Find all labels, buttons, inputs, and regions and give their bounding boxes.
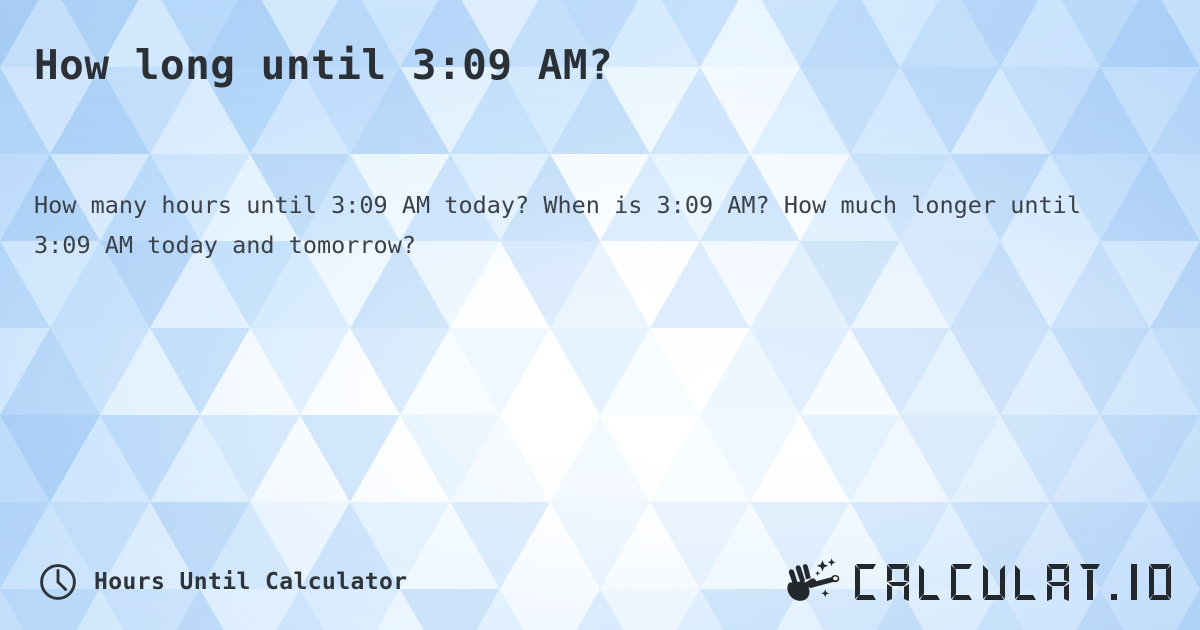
logo-letter-A (887, 564, 909, 601)
logo-letter-L (919, 565, 940, 600)
logo-letter-U (983, 565, 1005, 600)
magic-wand-hand-icon-svg (787, 558, 840, 601)
logo-letter-O (1149, 564, 1171, 600)
logo-letter-C2 (951, 564, 972, 600)
calculator-brand-label: Hours Until Calculator (94, 569, 408, 595)
logo-letter-C (855, 564, 876, 600)
logo-letter-L2 (1015, 565, 1036, 600)
calculator-brand[interactable]: Hours Until Calculator (38, 562, 407, 602)
footer-bar: Hours Until Calculator (0, 538, 1200, 630)
clock-icon (38, 562, 78, 602)
logo-letter-T (1080, 564, 1100, 600)
clock-icon-svg (40, 564, 76, 600)
site-logo[interactable] (784, 556, 1174, 608)
page-description: How many hours until 3:09 AM today? When… (34, 191, 1081, 259)
page-title: How long until 3:09 AM? (34, 41, 614, 89)
og-image-card: How long until 3:09 AM? How many hours u… (0, 0, 1200, 630)
magic-wand-hand-icon (784, 556, 846, 608)
logo-letter-I (1131, 564, 1137, 600)
card-content: How long until 3:09 AM? How many hours u… (0, 0, 1200, 630)
site-logo-wordmark (852, 561, 1174, 603)
logo-letter-A2 (1047, 564, 1069, 601)
logo-letter-dot (1111, 594, 1117, 600)
